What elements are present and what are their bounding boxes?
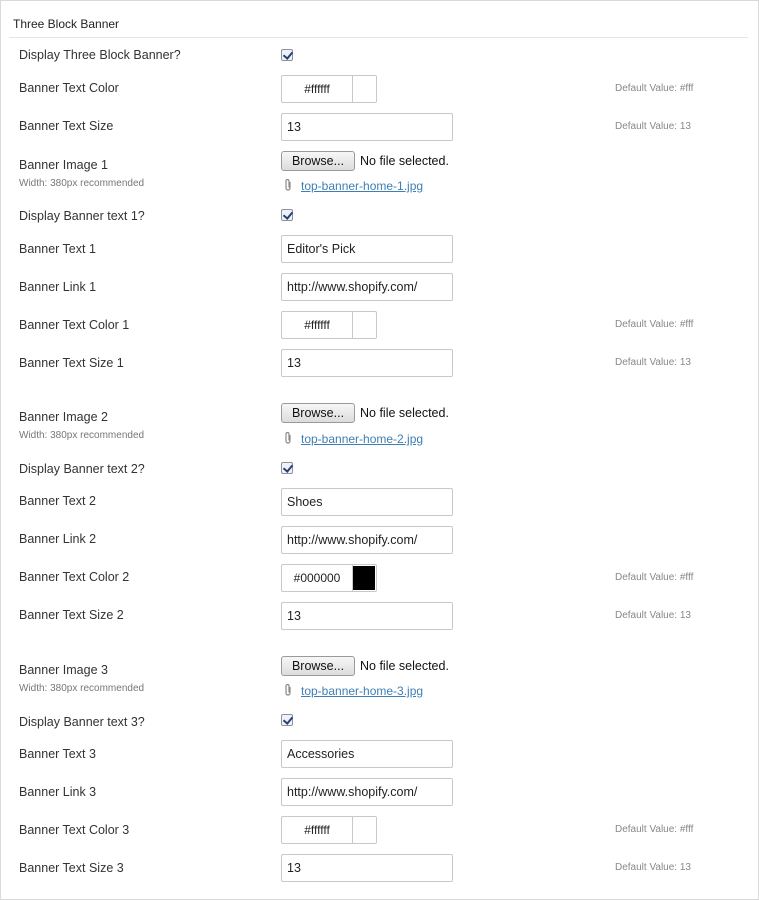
text-color-picker[interactable]: #ffffff [281,75,377,103]
banner-1-display-text-checkbox[interactable] [281,209,293,221]
text-size-input[interactable]: 13 [281,113,453,141]
text-color-label: Banner Text Color [19,81,119,95]
banner-3-image-label: Banner Image 3 [19,663,108,677]
banner-1-color-default: Default Value: #fff [615,319,694,330]
banner-1-size-input[interactable]: 13 [281,349,453,377]
banner-1-color-hex[interactable]: #ffffff [282,312,353,338]
banner-2-image-label: Banner Image 2 [19,410,108,424]
banner-2-browse-button[interactable]: Browse... [281,403,355,423]
paperclip-icon [285,683,291,696]
banner-3-display-text-checkbox[interactable] [281,714,293,726]
text-color-swatch[interactable] [353,77,375,101]
text-color-default: Default Value: #fff [615,83,694,94]
banner-2-display-text-label: Display Banner text 2? [19,462,145,476]
banner-3-browse-button[interactable]: Browse... [281,656,355,676]
display-banner-label: Display Three Block Banner? [19,48,181,62]
settings-panel: Three Block Banner Display Three Block B… [0,0,759,900]
banner-2-size-label: Banner Text Size 2 [19,608,124,622]
paperclip-icon [285,178,291,191]
banner-1-browse-button[interactable]: Browse... [281,151,355,171]
banner-2-link-input[interactable]: http://www.shopify.com/ [281,526,453,554]
banner-3-image-hint: Width: 380px recommended [19,683,145,694]
banner-2-size-input[interactable]: 13 [281,602,453,630]
banner-1-display-text-label: Display Banner text 1? [19,209,145,223]
banner-2-display-text-checkbox[interactable] [281,462,293,474]
banner-3-color-default: Default Value: #fff [615,824,694,835]
banner-2-no-file-text: No file selected. [360,406,449,420]
banner-1-text-label: Banner Text 1 [19,242,96,256]
banner-2-link-label: Banner Link 2 [19,532,97,546]
banner-3-size-input[interactable]: 13 [281,854,453,882]
banner-2-text-label: Banner Text 2 [19,494,96,508]
banner-2-file-link[interactable]: top-banner-home-2.jpg [301,432,423,446]
banner-1-file-link[interactable]: top-banner-home-1.jpg [301,179,423,193]
banner-1-color-picker[interactable]: #ffffff [281,311,377,339]
banner-1-link-input[interactable]: http://www.shopify.com/ [281,273,453,301]
text-color-hex[interactable]: #ffffff [282,76,353,102]
banner-1-text-input[interactable]: Editor's Pick [281,235,453,263]
banner-3-text-label: Banner Text 3 [19,747,96,761]
text-size-label: Banner Text Size [19,119,114,133]
banner-3-display-text-label: Display Banner text 3? [19,715,145,729]
banner-2-color-label: Banner Text Color 2 [19,570,130,584]
banner-3-size-label: Banner Text Size 3 [19,861,124,875]
banner-1-size-label: Banner Text Size 1 [19,356,124,370]
banner-1-color-label: Banner Text Color 1 [19,318,130,332]
banner-2-color-default: Default Value: #fff [615,572,694,583]
banner-1-image-label: Banner Image 1 [19,158,108,172]
paperclip-icon [285,431,291,444]
banner-3-no-file-text: No file selected. [360,659,449,673]
banner-3-text-input[interactable]: Accessories [281,740,453,768]
banner-2-color-swatch[interactable] [353,566,375,590]
banner-2-color-picker[interactable]: #000000 [281,564,377,592]
section-divider [9,37,748,38]
banner-2-image-hint: Width: 380px recommended [19,430,145,441]
text-size-default: Default Value: 13 [615,121,691,132]
section-title: Three Block Banner [13,17,120,31]
display-banner-checkbox[interactable] [281,49,293,61]
banner-2-color-hex[interactable]: #000000 [282,565,353,591]
banner-3-file-link[interactable]: top-banner-home-3.jpg [301,684,423,698]
banner-3-color-hex[interactable]: #ffffff [282,817,353,843]
banner-3-color-picker[interactable]: #ffffff [281,816,377,844]
banner-1-image-hint: Width: 380px recommended [19,178,145,189]
banner-3-link-label: Banner Link 3 [19,785,97,799]
banner-1-size-default: Default Value: 13 [615,357,691,368]
banner-3-color-label: Banner Text Color 3 [19,823,130,837]
banner-1-color-swatch[interactable] [353,313,375,337]
banner-2-size-default: Default Value: 13 [615,610,691,621]
banner-1-no-file-text: No file selected. [360,154,449,168]
banner-3-size-default: Default Value: 13 [615,862,691,873]
banner-2-text-input[interactable]: Shoes [281,488,453,516]
banner-1-link-label: Banner Link 1 [19,280,97,294]
banner-3-link-input[interactable]: http://www.shopify.com/ [281,778,453,806]
banner-3-color-swatch[interactable] [353,818,375,842]
